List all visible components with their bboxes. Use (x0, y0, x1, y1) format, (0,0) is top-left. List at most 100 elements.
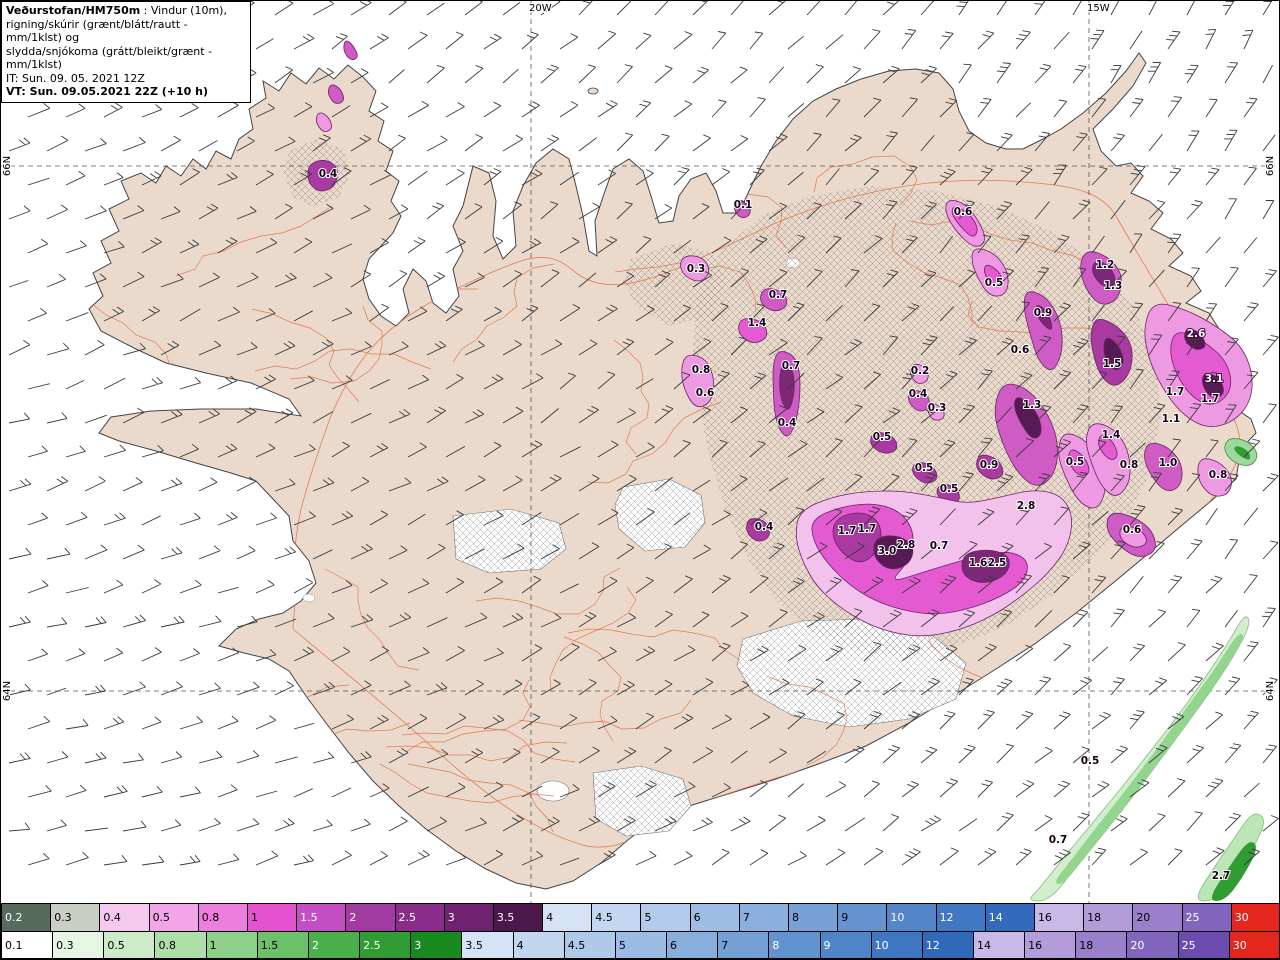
colorbar-cell-value: 5 (644, 911, 652, 924)
colorbar-cell-value: 6 (693, 911, 701, 924)
colorbar-cell-value: 14 (976, 938, 991, 952)
colorbar-cell-value: 4.5 (567, 938, 586, 952)
colorbar-cell-value: 2 (311, 938, 319, 952)
colorbar-cell: 0.2 (1, 904, 52, 931)
colorbar-cell-value: 1 (209, 938, 217, 952)
colorbar-cell-value: 0.3 (56, 938, 74, 952)
precip-value-label: 2.7 (1212, 870, 1231, 882)
colorbar-cell: 9 (838, 904, 888, 931)
colorbar-cell-value: 5 (618, 938, 626, 952)
precip-value-label: 0.5 (1066, 456, 1085, 468)
colorbar-cell: 4.5 (564, 932, 616, 958)
colorbar-cell: 16 (1034, 904, 1085, 931)
colorbar-sleet-snow: 0.1 0.3 0.5 0.8 1 1.5 2 2.5 3 3.5 4 4.5 5 6 7 8 9 10 12 14 1… (1, 931, 1279, 959)
colorbar-cell-value: 8 (792, 911, 799, 924)
colorbar-cell-value: 9 (841, 911, 849, 924)
precip-value-label: 0.9 (980, 459, 999, 471)
colorbar-cell-value: 12 (925, 938, 940, 952)
precip-value-label: 0.9 (1034, 307, 1053, 319)
map-canvas: 0.40.10.30.71.40.80.60.70.40.20.40.30.50… (1, 1, 1279, 905)
colorbar-cell-value: 0.8 (201, 911, 220, 924)
precip-value-label: 3.0 (878, 545, 897, 557)
colorbar-cell-value: 4 (516, 938, 524, 952)
precip-value-label: 0.5 (873, 431, 892, 443)
colorbar-cell: 8 (769, 932, 821, 958)
colorbar-cell-value: 18 (1087, 911, 1102, 924)
colorbar-cell: 0.3 (51, 904, 101, 931)
precip-value-label: 2.8 (897, 539, 916, 551)
colorbar-cell: 5 (615, 932, 668, 958)
colorbar-cell: 0.5 (104, 932, 156, 958)
colorbar-cell: 14 (973, 932, 1026, 958)
precip-value-label: 1.6 (969, 557, 988, 569)
colorbar-cell: 4.5 (592, 904, 642, 931)
precip-value-label: 1.3 (1104, 280, 1123, 292)
colorbar-cell-value: 0.5 (107, 938, 125, 952)
parallel-label-right: 66N (1265, 156, 1276, 176)
colorbar-cell-value: 25 (1185, 911, 1200, 924)
colorbar-cell-value: 7 (721, 938, 729, 952)
colorbar-cell-value: 0.4 (103, 911, 121, 924)
colorbar-cell-value: 20 (1136, 911, 1151, 924)
meridian-label: 20W (529, 3, 552, 14)
colorbar-cell: 14 (985, 904, 1035, 931)
colorbar-cell: 20 (1133, 904, 1183, 931)
colorbar-cell: 0.4 (100, 904, 150, 931)
colorbar-cell-value: 2 (349, 911, 357, 924)
colorbar-cell: 25 (1182, 904, 1232, 931)
colorbar-cell: 2 (346, 904, 396, 931)
colorbar-cell-value: 25 (1181, 938, 1196, 952)
precip-value-label: 0.6 (696, 387, 715, 399)
meridian-label: 15W (1087, 3, 1110, 14)
colorbar-cell: 16 (1025, 932, 1077, 958)
precip-value-label: 0.7 (1049, 834, 1068, 846)
colorbar-cell: 6 (690, 904, 740, 931)
colorbar-cell: 4 (513, 932, 565, 958)
precip-value-label: 0.2 (911, 365, 930, 377)
precip-value-label: 1.2 (1096, 259, 1115, 271)
precip-value-label: 1.3 (1023, 399, 1042, 411)
colorbar-cell-value: 16 (1037, 911, 1052, 924)
precip-value-label: 0.3 (687, 263, 706, 275)
precip-value-label: 0.6 (1123, 524, 1142, 536)
parallel-label-left: 64N (2, 681, 13, 701)
colorbar-cell-value: 0.8 (158, 938, 176, 952)
precip-value-label: 0.4 (755, 521, 774, 533)
colorbar-cell: 1 (247, 904, 298, 931)
precip-value-label: 1.0 (1159, 457, 1178, 469)
precip-value-label: 1.7 (1166, 386, 1185, 398)
colorbar-cell: 4 (543, 904, 593, 931)
colorbar-cell: 10 (887, 904, 937, 931)
colorbar-cell: 18 (1084, 904, 1134, 931)
precip-value-label: 1.7 (1201, 393, 1220, 405)
colorbar-cell: 0.1 (1, 932, 54, 958)
colorbar-cell-value: 1.5 (300, 911, 318, 924)
precip-value-label: 1.7 (838, 525, 857, 537)
colorbar-cell-value: 10 (890, 911, 905, 924)
colorbar-cell-value: 9 (823, 938, 831, 952)
colorbar-cell-value: 0.5 (152, 911, 171, 924)
colorbar-cell: 9 (820, 932, 872, 958)
colorbar-cell-value: 18 (1079, 938, 1094, 952)
colorbar-cell: 18 (1076, 932, 1128, 958)
colorbar-cell: 7 (739, 904, 789, 931)
colorbar-cell-value: 7 (742, 911, 750, 924)
colorbar-cell: 3 (411, 932, 463, 958)
colorbar-cell-value: 0.2 (5, 911, 23, 924)
colorbar-cell: 10 (871, 932, 923, 958)
colorbar-cell: 20 (1127, 932, 1179, 958)
precip-value-label: 0.8 (1209, 469, 1228, 481)
precip-value-label: 0.6 (954, 206, 973, 218)
precip-value-label: 0.5 (985, 277, 1004, 289)
colorbar-cell-value: 16 (1028, 938, 1043, 952)
colorbar-cell: 30 (1229, 932, 1279, 958)
precip-value-label: 0.5 (915, 462, 934, 474)
map-legend-box: Veðurstofan/HM750m : Vindur (10m), rigni… (1, 1, 251, 103)
precip-value-label: 2.8 (1017, 500, 1036, 512)
colorbar-cell-value: 2.5 (363, 938, 381, 952)
precip-value-label: 0.7 (769, 289, 788, 301)
colorbar-cell-value: 0.3 (54, 911, 72, 924)
precip-value-label: 3.1 (1205, 373, 1224, 385)
legend-line-snow: slydda/snjókoma (grátt/bleikt/grænt - mm… (6, 44, 213, 72)
colorbar-cell: 7 (718, 932, 770, 958)
